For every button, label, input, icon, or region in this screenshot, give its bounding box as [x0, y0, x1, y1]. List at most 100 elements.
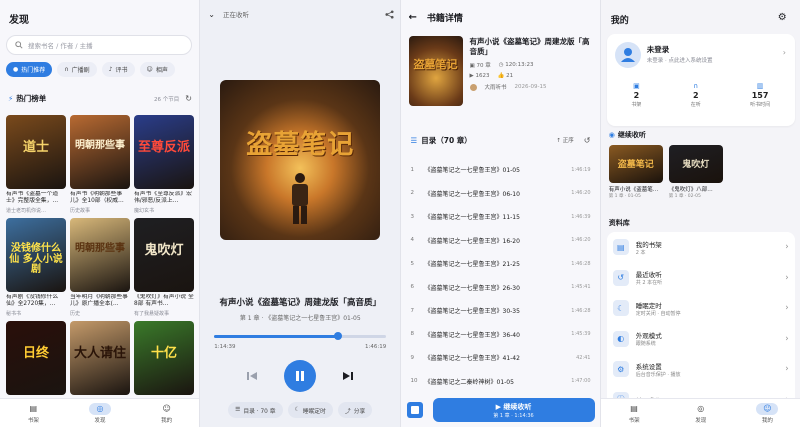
chapter-duration: 1:45:41 — [571, 284, 591, 291]
chapter-duration: 1:46:20 — [571, 237, 591, 244]
chapter-row[interactable]: 1 《盗墓笔记之一七星鲁王宫》01-05 1:46:19 — [407, 158, 595, 182]
chapter-row[interactable]: 5 《盗墓笔记之一七星鲁王宫》21-25 1:46:28 — [407, 252, 595, 276]
book-card[interactable]: 至尊反派 有声书《至尊反派》宏伟/邪恶/反派上… 魔幻玄书 — [134, 115, 194, 214]
uploader-avatar — [469, 83, 477, 91]
chapter-name: 《盗墓笔记之一七星鲁王宫》30-35 — [424, 308, 520, 316]
player-screen: ⌄ 正在收听 盗墓笔记 有声小说《盗墓笔记》周建龙版「高音质」 第 1 章 · … — [200, 0, 400, 427]
chapter-row[interactable]: 4 《盗墓笔记之一七星鲁王宫》16-20 1:46:20 — [407, 229, 595, 253]
book-card[interactable]: 大人请住 — [70, 321, 130, 395]
chapter-row[interactable]: 3 《盗墓笔记之一七星鲁王宫》11-15 1:46:39 — [407, 205, 595, 229]
refresh-icon[interactable]: ↻ — [185, 94, 192, 103]
chip-label: 相声 — [155, 67, 168, 74]
progress-knob[interactable] — [334, 332, 343, 340]
book-card[interactable]: 十亿 — [134, 321, 194, 395]
menu-item-palette[interactable]: ◐ 外观模式 跟随系统 › — [607, 324, 795, 355]
chapter-name: 《盗墓笔记之一七星鲁王宫》26-30 — [424, 284, 520, 292]
chapter-list: 1 《盗墓笔记之一七星鲁王宫》01-05 1:46:19 2 《盗墓笔记之一七星鲁王宫》… — [407, 158, 595, 417]
tab-compass[interactable]: ◎ 发现 — [88, 402, 111, 424]
headphones-icon: ∩ — [64, 66, 69, 73]
menu-item-history[interactable]: ↺ 最近收听共 2 本在听 › — [607, 263, 795, 294]
tab-bookshelf[interactable]: ▤ 书架 — [22, 403, 44, 424]
chapter-duration: 1:46:28 — [571, 307, 591, 314]
book-card[interactable]: 明朝那些事 当年明月《明朝那些事儿》原广播全本(… 历史 — [70, 218, 130, 317]
tab-label: 我的 — [761, 417, 773, 424]
menu-sub: 共 2 本在听 — [635, 280, 663, 287]
fire-icon: ● — [13, 66, 19, 73]
book-author: 有了我悬疑故事 — [134, 311, 170, 317]
album-cover: 盗墓笔记 — [220, 80, 381, 240]
book-cover: 盗墓笔记 — [408, 36, 463, 106]
share-button[interactable]: ⤴ 分享 — [337, 402, 373, 418]
library-title: 资料库 — [608, 219, 630, 227]
tab-compass[interactable]: ◎ 发现 — [690, 403, 712, 424]
bookshelf-icon: ▤ — [630, 404, 638, 413]
stat-item[interactable]: ∩ 2 在听 — [691, 82, 701, 108]
chapter-row[interactable]: 2 《盗墓笔记之一七星鲁王宫》06-10 1:46:20 — [407, 182, 595, 206]
recent-item[interactable]: 鬼吹灯 《鬼吹灯》八部… 第 1 章 · 02-05 — [668, 145, 723, 199]
chapter-row[interactable]: 10 《盗墓笔记之二秦岭神树》01-05 1:47:00 — [407, 370, 595, 394]
page-title: 我的 — [610, 16, 629, 26]
search-input[interactable]: 搜索书名 / 作者 / 主播 — [6, 35, 192, 55]
chip-label: 评书 — [115, 67, 128, 74]
chip-storytelling[interactable]: ♪ 评书 — [101, 62, 135, 77]
chip-radio-drama[interactable]: ∩ 广播剧 — [57, 62, 97, 77]
chip-label: 广播剧 — [71, 67, 90, 74]
sort-button[interactable]: ↑ 正序 — [556, 136, 573, 144]
profile-card[interactable]: 未登录 未登录 · 点此进入系统设置 › ▣ 2 书架 ∩ 2 在听 ▥ 157 听书时间 — [606, 34, 795, 126]
ranking-count: 26 个节目 — [154, 96, 180, 103]
sleep-timer-button[interactable]: ☾ 睡眠定时 — [287, 402, 333, 418]
bottom-tab-bar: ▤ 书架 ◎ 发现 ☺ 我的 — [0, 398, 200, 427]
share-icon[interactable] — [385, 9, 394, 19]
stat-item[interactable]: ▥ 157 听书时间 — [750, 82, 770, 108]
cover-title-art: 至尊反派 — [137, 140, 190, 155]
stat-value: 2 — [692, 91, 699, 100]
tab-person[interactable]: ☺ 我的 — [756, 402, 779, 424]
previous-icon[interactable] — [246, 370, 258, 382]
chapter-row[interactable]: 7 《盗墓笔记之一七星鲁王宫》30-35 1:46:28 — [407, 299, 595, 323]
chapter-row[interactable]: 6 《盗墓笔记之一七星鲁王宫》26-30 1:45:41 — [407, 276, 595, 300]
next-icon[interactable] — [342, 370, 354, 382]
book-card[interactable]: 日终 — [6, 321, 66, 395]
book-card[interactable]: 明朝那些事 有声书《明朝那些事儿》全10部（权威… 历史故事 — [70, 115, 130, 214]
tab-person[interactable]: ☺ 我的 — [156, 403, 178, 424]
recent-item[interactable]: 盗墓笔记 有声小说《盗墓笔… 第 1 章 · 01-05 — [608, 145, 663, 199]
pause-button[interactable] — [284, 360, 317, 392]
tab-bookshelf[interactable]: ▤ 书架 — [623, 403, 645, 424]
track-title: 有声小说《盗墓笔记》周建龙版「高音质」 — [219, 298, 381, 308]
time-row: 1:14:39 1:46:19 — [214, 344, 386, 350]
chip-crosstalk[interactable]: ☺ 相声 — [139, 62, 175, 77]
pause-icon — [296, 371, 305, 381]
continue-listening-button[interactable]: ▶ 继续收听 第 1 章 · 1:14:36 — [432, 398, 595, 422]
stat-label: 在听 — [690, 102, 701, 108]
book-card[interactable]: 鬼吹灯 《鬼吹灯》有声小说 全8部 有声书… 有了我悬疑故事 — [134, 218, 194, 317]
progress-bar[interactable] — [214, 332, 387, 340]
cover-title-art: 盗墓笔记 — [413, 58, 458, 71]
chapter-count: 70 章 — [476, 63, 491, 70]
book-card[interactable]: 没钱修什么仙 多人小说剧 有声剧《没钱修什么仙》全2720集，… 秘书书 — [6, 218, 66, 317]
stat-item[interactable]: ▣ 2 书架 — [631, 82, 641, 108]
elapsed-time: 1:14:39 — [214, 344, 236, 350]
menu-item-bookshelf[interactable]: ▤ 我的书架 2 本 › — [607, 232, 795, 263]
history-icon[interactable]: ↺ — [584, 136, 591, 145]
chevron-down-icon[interactable]: ⌄ — [208, 10, 215, 19]
book-card[interactable]: 道士 有声书《盗墓一个道士》完整版全集，… 道士老司机你说… — [6, 115, 66, 214]
book-cover: 明朝那些事 — [70, 115, 130, 189]
chapter-name: 《盗墓笔记之一七星鲁王宫》11-15 — [424, 214, 520, 222]
chapter-duration: 1:45:39 — [571, 331, 591, 338]
chapter-row[interactable]: 8 《盗墓笔记之一七星鲁王宫》36-40 1:45:39 — [407, 323, 595, 347]
book-meta: ▣ 70 章 ◷ 120:13:23 — [470, 61, 595, 69]
back-arrow-icon[interactable]: ← — [409, 12, 417, 23]
list-icon: ☰ — [235, 407, 241, 413]
menu-item-settings[interactable]: ⚙ 系统设置 后台音乐保护 · 播放 › — [607, 354, 795, 385]
chapter-index: 7 — [410, 307, 415, 314]
menu-item-moon[interactable]: ☾ 睡眠定时 定时关闭 · 自动暂停 › — [607, 293, 795, 324]
chip-hot[interactable]: ● 热门推荐 — [6, 62, 53, 77]
bookshelf-icon[interactable] — [406, 402, 423, 418]
chapter-row[interactable]: 9 《盗墓笔记之一七星鲁王宫》41-42 42:41 — [407, 346, 595, 370]
chapter-duration: 42:41 — [576, 354, 591, 361]
book-uploader: 大雨听书 2026-09-15 — [469, 83, 595, 91]
gear-icon[interactable]: ⚙ — [778, 12, 787, 23]
book-detail-screen: ← 书籍详情 盗墓笔记 有声小说《盗墓笔记》周建龙版「高音质」 ▣ 70 章 ◷… — [400, 0, 600, 427]
menu-label: 最近收听 — [635, 271, 662, 280]
toc-button[interactable]: ☰ 目录 · 70 章 — [228, 402, 283, 418]
